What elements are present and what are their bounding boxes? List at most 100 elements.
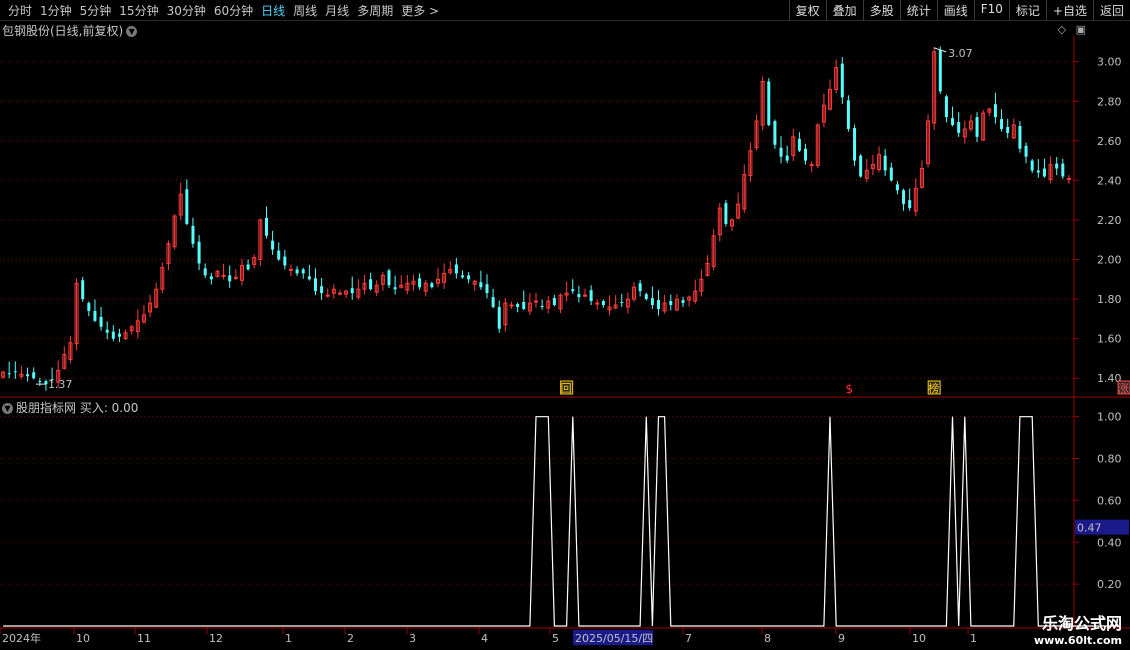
candle-body <box>859 155 863 177</box>
candle-body <box>583 294 588 297</box>
candle-body <box>467 275 471 280</box>
price-tick-label: 1.60 <box>1097 333 1122 346</box>
candle-body <box>111 331 115 339</box>
candle-body <box>93 310 97 321</box>
date-label: 8 <box>764 632 771 645</box>
date-label: 10 <box>76 632 90 645</box>
candle-body <box>797 138 801 151</box>
indicator-tick-label: 0.60 <box>1097 494 1122 507</box>
candle-body <box>724 203 728 224</box>
candle-body <box>908 200 912 209</box>
candle-body <box>1000 119 1004 129</box>
candle-body <box>325 294 330 297</box>
candle-body <box>185 189 189 224</box>
candle-body <box>589 290 593 302</box>
date-label: 12 <box>209 632 223 645</box>
candle-body <box>657 300 661 309</box>
indicator-tick-label: 0.80 <box>1097 453 1122 466</box>
candle-body <box>209 276 213 280</box>
date-axis: 2024年 10 11 12 1 2 3 4 5 2025/05/15/四 7 8 9 10 1 <box>0 628 977 645</box>
candle-body <box>944 96 948 118</box>
candle-body <box>804 148 808 161</box>
candle-body <box>460 275 464 278</box>
candle-body <box>1042 168 1046 177</box>
date-label: 4 <box>481 632 488 645</box>
candle-body <box>516 304 520 307</box>
candle-body <box>951 118 955 126</box>
date-label: 2 <box>347 632 354 645</box>
candle-body <box>418 278 422 288</box>
candle-body <box>938 49 942 92</box>
candle-body <box>38 381 42 383</box>
candle-body <box>313 278 317 292</box>
candle-body <box>393 287 397 290</box>
watermark: 乐淘公式网 www.60lt.com <box>1034 610 1122 647</box>
candle-body <box>221 274 226 277</box>
candle-body <box>105 329 109 333</box>
event-markers: 回$榜涨财 <box>560 380 1130 396</box>
candle-body <box>840 63 844 98</box>
candle-body <box>779 147 783 157</box>
candle-body <box>1006 126 1010 133</box>
candle-body <box>430 283 434 288</box>
candle-body <box>773 121 777 145</box>
candle-body <box>681 300 685 304</box>
watermark-title: 乐淘公式网 <box>1041 614 1122 633</box>
date-label: 3 <box>409 632 416 645</box>
candle-body <box>301 269 305 274</box>
candle-body <box>1061 163 1065 177</box>
candle-body <box>1055 163 1059 169</box>
candle-body <box>307 276 311 280</box>
event-marker: 回 <box>561 382 572 395</box>
event-marker: 涨 <box>1118 382 1129 395</box>
candle-body <box>534 300 538 303</box>
candle-body <box>601 301 605 306</box>
indicator-tick-label: 0.40 <box>1097 536 1122 549</box>
candle-body <box>902 190 906 205</box>
candle-body <box>246 264 250 270</box>
candle-body <box>1024 145 1028 157</box>
price-tick-label: 2.20 <box>1097 214 1122 227</box>
price-tick-label: 2.80 <box>1097 95 1122 108</box>
candle-body <box>767 81 771 126</box>
candle-body <box>638 283 642 292</box>
candle-body <box>522 302 526 309</box>
date-label: 2024年 <box>2 631 41 645</box>
date-label: 2025/05/15/四 <box>575 632 653 645</box>
candle-body <box>117 333 121 337</box>
candle-body <box>975 117 979 137</box>
candle-body <box>552 298 556 306</box>
candle-body <box>87 303 91 311</box>
candle-body <box>99 316 103 327</box>
candle-body <box>288 268 293 271</box>
candle-body <box>350 288 354 294</box>
candle-body <box>577 294 581 298</box>
date-label: 9 <box>838 632 845 645</box>
indicator-tick-label: 0.20 <box>1097 578 1122 591</box>
candle-body <box>889 167 893 181</box>
candle-body <box>13 371 17 373</box>
candle-body <box>571 289 575 292</box>
candle-body <box>233 276 238 279</box>
indicator-series <box>3 416 1118 627</box>
date-label: 5 <box>552 632 559 645</box>
candle-body <box>295 269 299 274</box>
event-marker: 榜 <box>928 381 939 395</box>
candle-body <box>853 127 857 161</box>
candle-body <box>650 298 654 306</box>
candle-body <box>26 374 30 377</box>
chart-grid <box>0 36 1130 629</box>
indicator-tick-label: 1.00 <box>1097 411 1122 424</box>
candle-body <box>620 302 624 304</box>
candle-body <box>283 256 287 266</box>
kline-chart[interactable]: 3.07 1.37 3.00 2.80 2.60 2.40 2.20 2.00 1.80 1.6… <box>0 0 1130 650</box>
low-label: 1.37 <box>48 378 73 391</box>
date-label: 10 <box>912 632 926 645</box>
date-label: 11 <box>137 632 151 645</box>
candle-body <box>993 104 997 118</box>
date-label: 7 <box>685 632 692 645</box>
candle-body <box>497 306 501 329</box>
candle-body <box>197 241 201 264</box>
price-tick-label: 2.40 <box>1097 174 1122 187</box>
candlestick-series: 3.07 1.37 <box>1 46 1071 391</box>
